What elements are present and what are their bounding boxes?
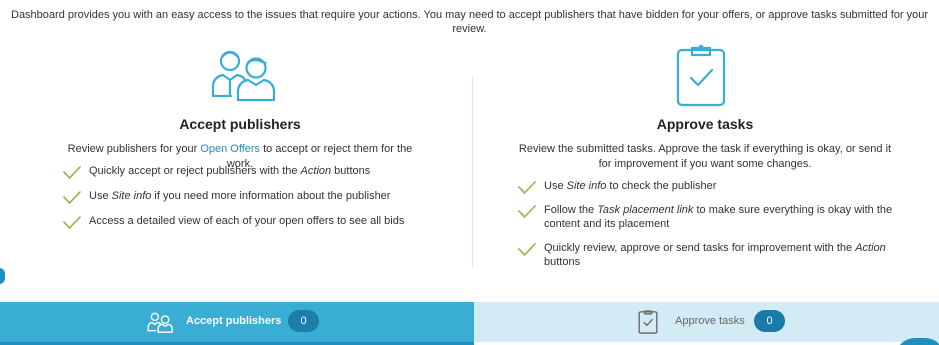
accept-publishers-title: Accept publishers (179, 116, 301, 132)
side-scroll-handle[interactable] (0, 268, 5, 284)
count-badge: 0 (288, 310, 319, 332)
clipboard-check-icon (675, 42, 727, 108)
list-item: Use Site info if you need more informati… (60, 189, 420, 214)
checkmark-icon (63, 191, 81, 204)
checkmark-icon (518, 205, 536, 218)
publishers-icon (210, 46, 276, 102)
publishers-icon (147, 311, 173, 333)
approve-tasks-title: Approve tasks (656, 116, 754, 132)
list-item: Follow the Task placement link to make s… (515, 203, 895, 231)
tab-approve-tasks[interactable]: Approve tasks 0 (474, 302, 939, 342)
count-badge: 0 (754, 310, 785, 332)
list-item: Access a detailed view of each of your o… (60, 214, 420, 239)
tab-accept-publishers[interactable]: Accept publishers 0 (0, 302, 474, 345)
column-divider (472, 77, 473, 267)
approve-tasks-list: Use Site info to check the publisher Fol… (515, 179, 895, 279)
dashboard-page: Dashboard provides you with an easy acce… (0, 0, 939, 345)
tab-label: Accept publishers (186, 315, 282, 327)
tab-label: Approve tasks (675, 315, 745, 327)
checkmark-icon (518, 181, 536, 194)
open-offers-link[interactable]: Open Offers (200, 143, 260, 155)
list-item: Use Site info to check the publisher (515, 179, 895, 194)
checkmark-icon (63, 216, 81, 229)
dashboard-tabs: Accept publishers 0 Approve tasks 0 (0, 302, 939, 345)
intro-text: Dashboard provides you with an easy acce… (11, 9, 928, 35)
clipboard-check-icon (638, 308, 658, 335)
list-item: Quickly review, approve or send tasks fo… (515, 241, 895, 269)
checkmark-icon (63, 166, 81, 179)
checkmark-icon (518, 243, 536, 256)
approve-tasks-description: Review the submitted tasks. Approve the … (518, 143, 892, 170)
accept-publishers-list: Quickly accept or reject publishers with… (60, 164, 420, 239)
list-item: Quickly accept or reject publishers with… (60, 164, 420, 189)
